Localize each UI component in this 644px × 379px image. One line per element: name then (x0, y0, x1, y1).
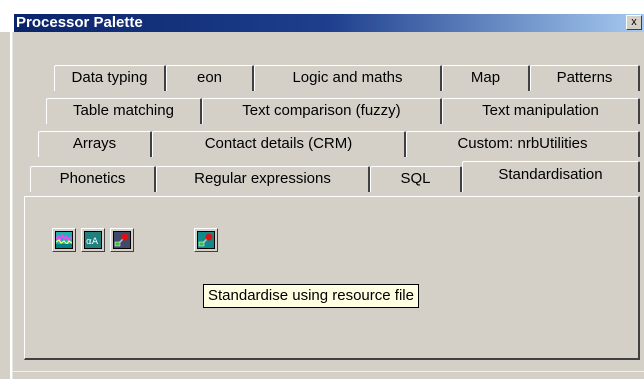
tab-logic-and-maths[interactable]: Logic and maths (254, 65, 442, 91)
tab-standardisation[interactable]: Standardisation (462, 161, 640, 192)
tab-map[interactable]: Map (442, 65, 530, 91)
tab-arrays[interactable]: Arrays (38, 131, 152, 157)
svg-text:αA: αA (86, 237, 99, 247)
tab-text-comparison-fuzzy[interactable]: Text comparison (fuzzy) (202, 98, 442, 124)
wave-chart-tool-button[interactable] (52, 228, 76, 252)
tab-eon[interactable]: eon (166, 65, 254, 91)
tab-sql[interactable]: SQL (370, 166, 462, 192)
window-title: Processor Palette (16, 14, 143, 31)
text-tool-button[interactable]: αA (81, 228, 105, 252)
close-button[interactable]: x (626, 15, 642, 30)
red-dot-connector-icon (197, 231, 215, 249)
connector-tool-button-1[interactable] (110, 228, 134, 252)
text-aa-icon: αA (84, 231, 102, 249)
window-frame-edge (10, 32, 13, 379)
tab-text-manipulation[interactable]: Text manipulation (442, 98, 640, 124)
tooltip: Standardise using resource file (203, 284, 419, 308)
tab-panel (24, 196, 640, 360)
window-bottom-edge (12, 371, 644, 372)
tab-regular-expressions[interactable]: Regular expressions (156, 166, 370, 192)
connector-tool-button-2[interactable] (194, 228, 218, 252)
wave-chart-icon (55, 231, 73, 249)
tab-patterns[interactable]: Patterns (530, 65, 640, 91)
tab-phonetics[interactable]: Phonetics (30, 166, 156, 192)
tab-data-typing[interactable]: Data typing (54, 65, 166, 91)
tab-table-matching[interactable]: Table matching (46, 98, 202, 124)
tab-custom-nrbutilities[interactable]: Custom: nrbUtilities (406, 131, 640, 157)
red-dot-connector-icon (113, 231, 131, 249)
tab-contact-details-crm[interactable]: Contact details (CRM) (152, 131, 406, 157)
